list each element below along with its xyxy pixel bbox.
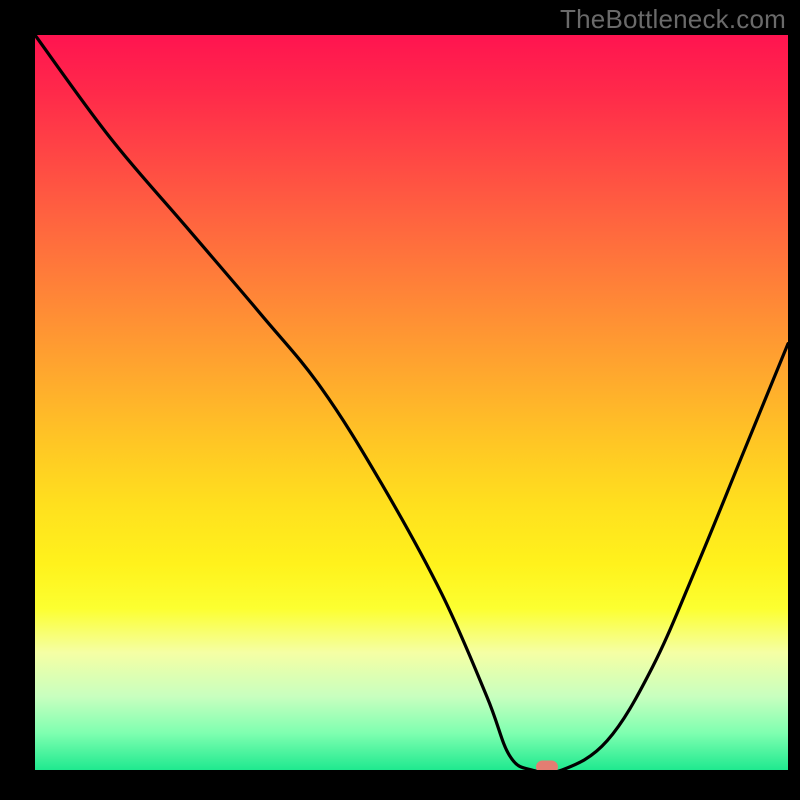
plot-area bbox=[35, 35, 788, 770]
bottleneck-curve bbox=[35, 35, 788, 770]
curve-path bbox=[35, 35, 788, 770]
watermark-text: TheBottleneck.com bbox=[560, 4, 786, 35]
optimal-marker bbox=[536, 761, 558, 771]
chart-frame: TheBottleneck.com bbox=[0, 0, 800, 800]
